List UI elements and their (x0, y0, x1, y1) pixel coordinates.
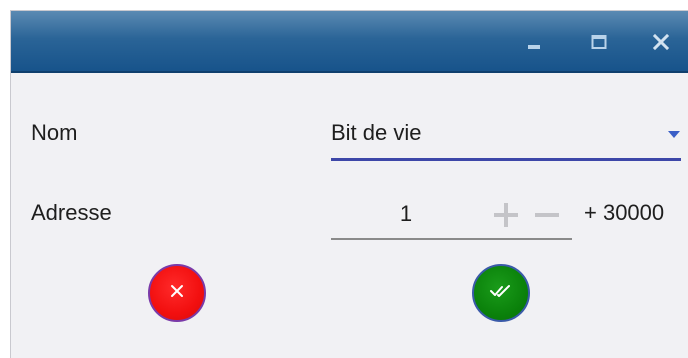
adresse-input-underline (331, 238, 572, 240)
cancel-button[interactable] (148, 264, 206, 322)
close-icon (169, 283, 185, 304)
maximize-button[interactable] (586, 29, 612, 55)
plus-icon (492, 201, 520, 234)
adresse-label: Adresse (31, 200, 112, 225)
confirm-button[interactable] (472, 264, 530, 322)
address-offset: + 30000 (584, 200, 665, 225)
double-check-icon (489, 283, 513, 304)
nom-label: Nom (31, 120, 78, 145)
chevron-down-icon[interactable] (667, 127, 681, 145)
minus-icon (533, 201, 561, 234)
nom-selected-value: Bit de vie (331, 120, 422, 145)
dialog-window: Nom Bit de vie Adresse 1 + 30000 (10, 10, 688, 358)
minimize-icon (525, 33, 543, 51)
increment-button[interactable] (491, 201, 521, 234)
decrement-button[interactable] (532, 203, 562, 231)
minimize-button[interactable] (521, 29, 547, 55)
nom-dropdown[interactable]: Bit de vie (331, 111, 681, 161)
adresse-value[interactable]: 1 (331, 201, 481, 227)
maximize-icon (590, 33, 608, 51)
title-bar[interactable] (11, 11, 688, 73)
nom-dropdown-underline (331, 158, 681, 161)
close-icon (652, 33, 670, 51)
close-button[interactable] (648, 29, 674, 55)
